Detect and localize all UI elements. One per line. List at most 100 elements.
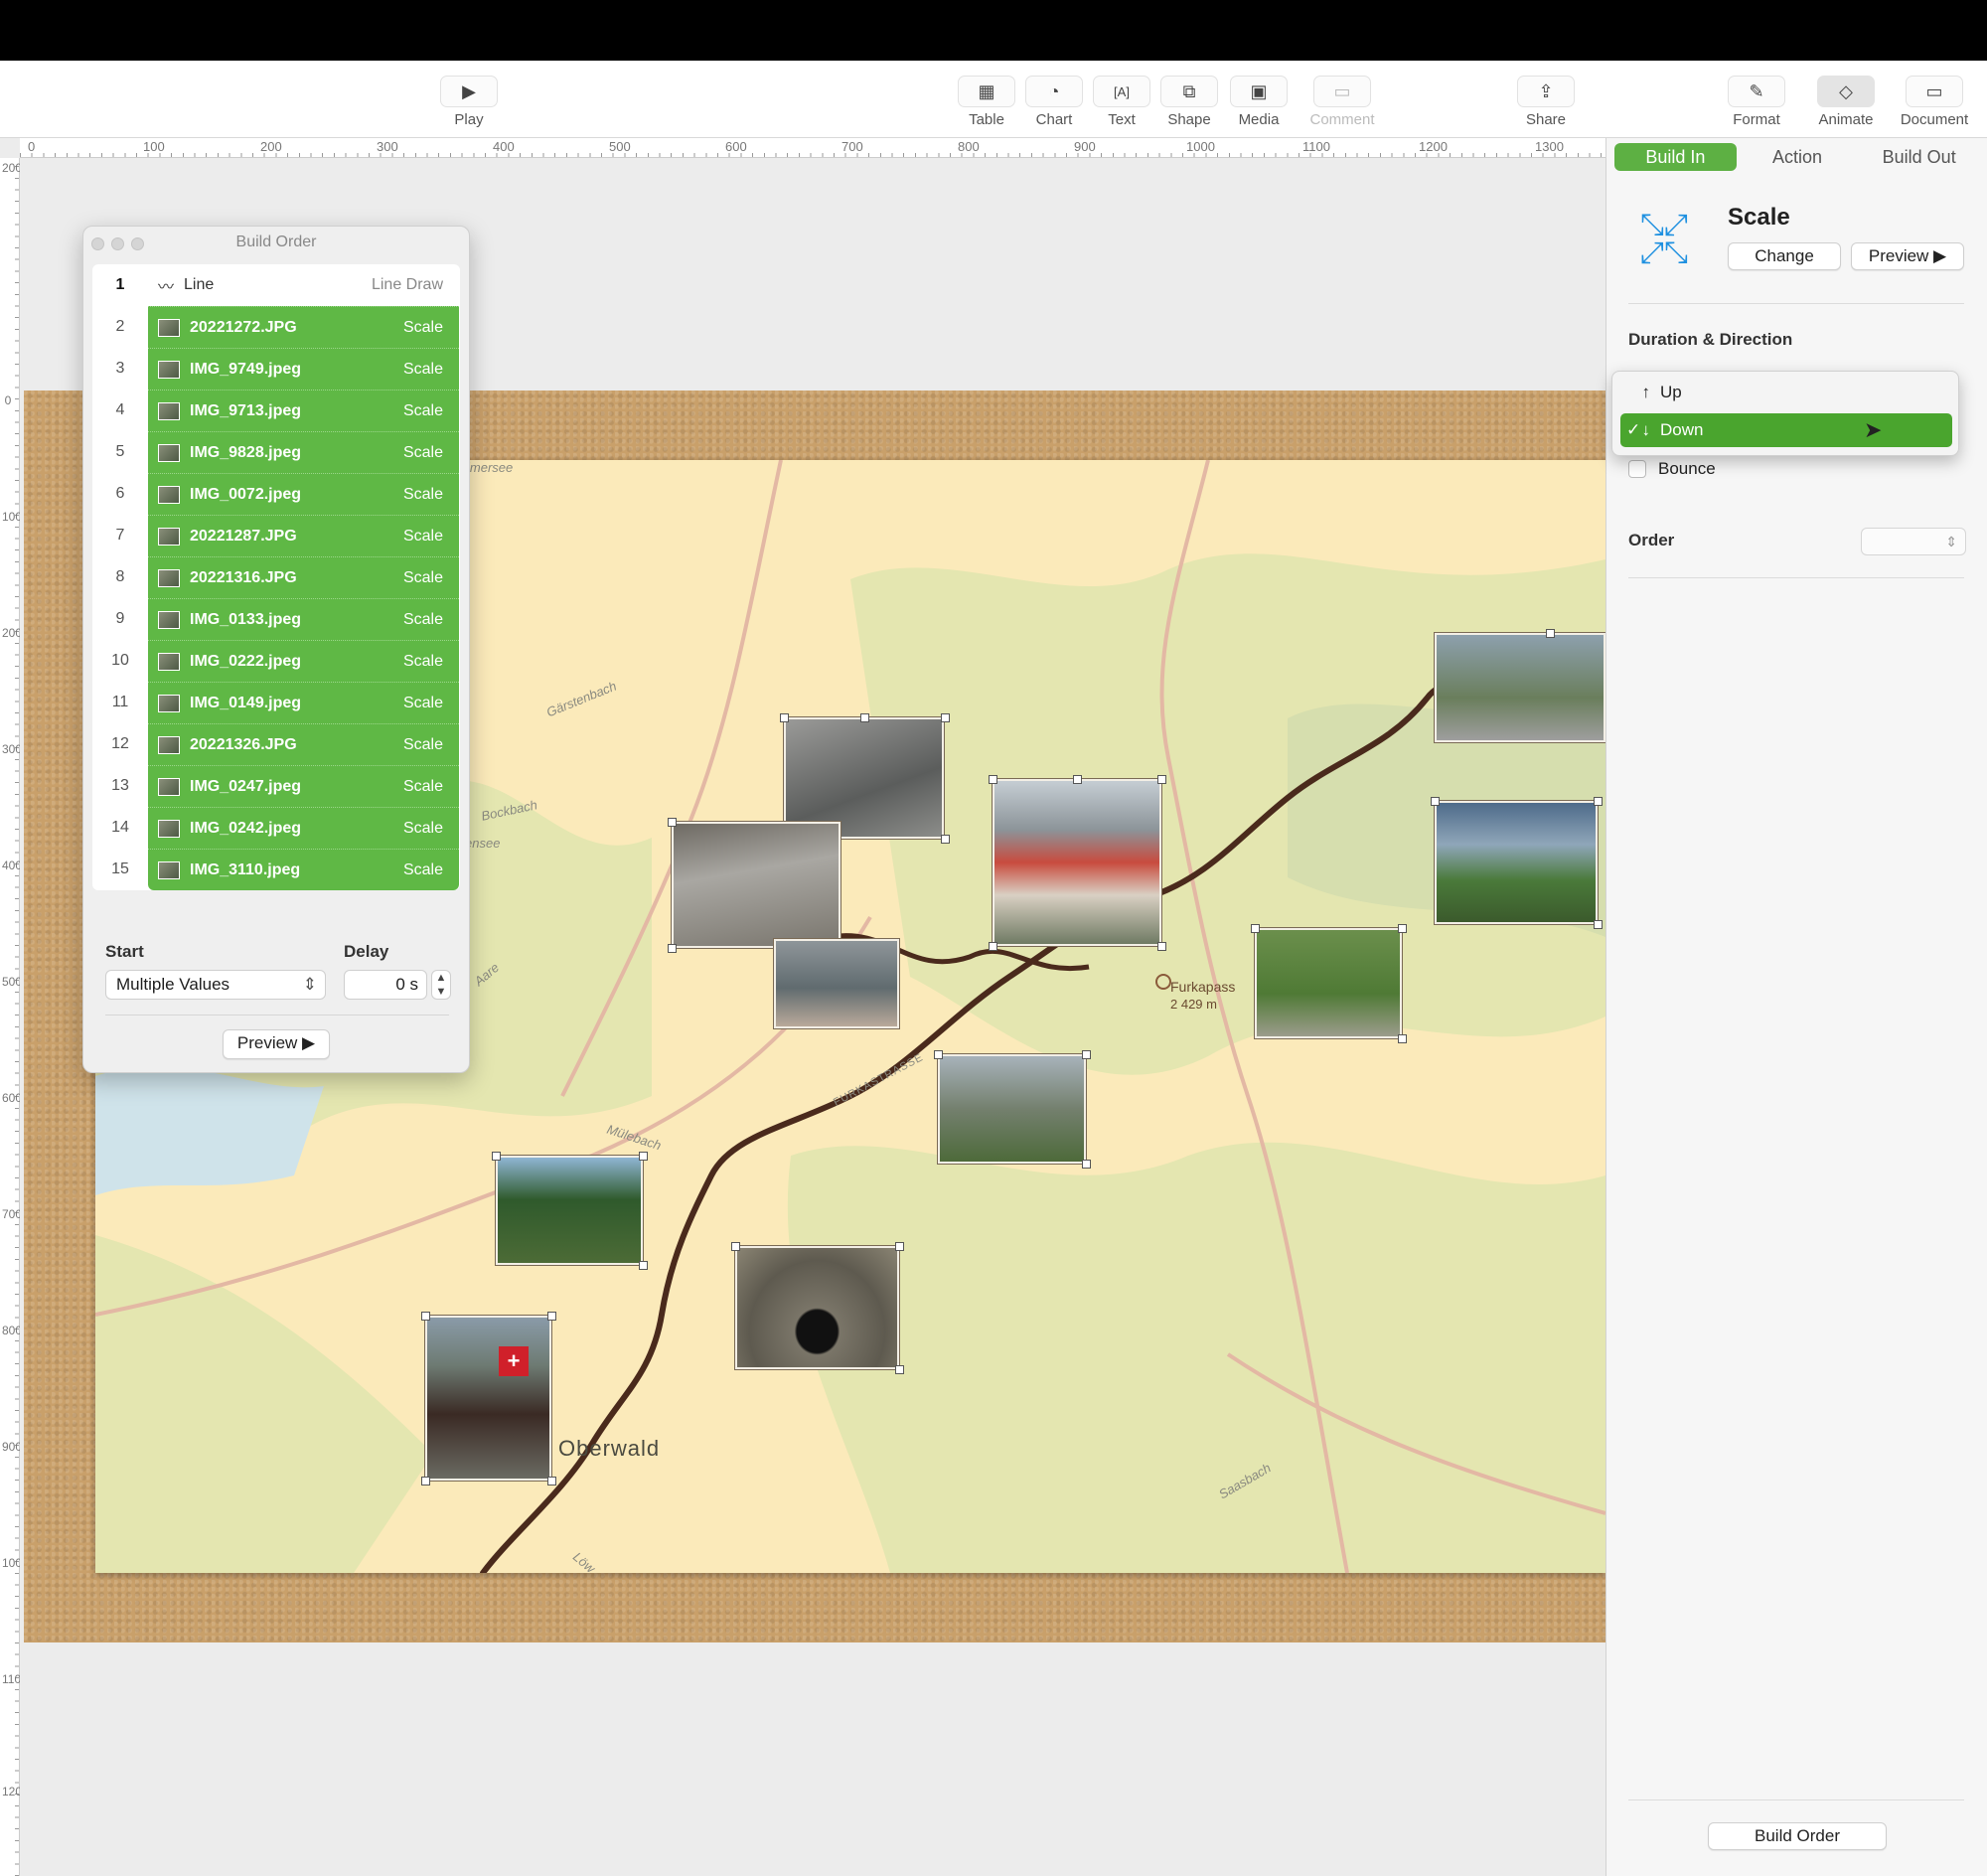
build-order-row[interactable]: 12 20221326.JPG Scale [92,723,460,765]
selection-handle[interactable] [1073,775,1082,784]
change-effect-button[interactable]: Change [1728,242,1841,270]
direction-option-up[interactable]: ↑ Up [1620,376,1952,409]
selection-handle[interactable] [1157,942,1166,951]
build-order-row[interactable]: 9 IMG_0133.jpeg Scale [92,598,460,640]
selection-handle[interactable] [1082,1160,1091,1169]
build-cell[interactable]: IMG_9828.jpeg Scale [148,431,459,473]
selection-handle[interactable] [860,713,869,722]
build-order-preview-button[interactable]: Preview ▶ [223,1029,330,1059]
build-cell[interactable]: 20221287.JPG Scale [148,515,459,556]
build-order-row[interactable]: 10 IMG_0222.jpeg Scale [92,640,460,682]
photo-tunnel[interactable] [735,1246,899,1369]
photo-glacier-valley[interactable] [672,822,841,948]
selection-handle[interactable] [421,1477,430,1485]
build-cell[interactable]: IMG_9713.jpeg Scale [148,390,459,431]
share-button[interactable]: ⇪ Share [1511,76,1581,128]
photo-forest-bridge[interactable] [496,1156,643,1265]
build-cell[interactable]: IMG_3110.jpeg Scale [148,849,459,890]
build-cell[interactable]: IMG_0149.jpeg Scale [148,682,459,723]
ruler-label: 900 [1074,139,1096,154]
build-tabs: Build In Action Build Out [1614,143,1980,171]
table-button[interactable]: ▦ Table [952,76,1021,128]
photo-glacier-lake[interactable] [774,939,899,1028]
build-order-row[interactable]: 2 20221272.JPG Scale [92,306,460,348]
photo-green-valley[interactable] [1435,801,1598,924]
direction-option-down[interactable]: ✓↓ Down [1620,413,1952,447]
selection-handle[interactable] [780,713,789,722]
photo-valley-right-edge[interactable] [1435,633,1605,742]
build-order-row[interactable]: 1 〰 Line Line Draw [92,264,460,306]
preview-effect-button[interactable]: Preview ▶ [1851,242,1964,270]
build-order-button[interactable]: Build Order [1708,1822,1887,1850]
selection-handle[interactable] [1082,1050,1091,1059]
selection-handle[interactable] [941,713,950,722]
build-order-row[interactable]: 11 IMG_0149.jpeg Scale [92,682,460,723]
photo-mountain-road[interactable] [938,1054,1086,1164]
build-cell[interactable]: IMG_0242.jpeg Scale [148,807,459,849]
selection-handle[interactable] [1546,629,1555,638]
photo-hotel-belvedere[interactable] [993,779,1161,946]
selection-handle[interactable] [989,775,997,784]
selection-handle[interactable] [547,1477,556,1485]
selection-handle[interactable] [895,1365,904,1374]
build-order-row[interactable]: 6 IMG_0072.jpeg Scale [92,473,460,515]
selection-handle[interactable] [731,1242,740,1251]
photo-glacier-rocks[interactable] [784,717,944,839]
text-button[interactable]: [A] Text [1087,76,1156,128]
build-order-row[interactable]: 4 IMG_9713.jpeg Scale [92,390,460,431]
build-cell[interactable]: 20221272.JPG Scale [148,306,459,348]
delay-stepper[interactable]: ▲ ▼ [431,970,451,1000]
build-cell[interactable]: IMG_0222.jpeg Scale [148,640,459,682]
start-select[interactable]: Multiple Values ⇕ [105,970,326,1000]
selection-handle[interactable] [941,835,950,844]
delay-field[interactable]: 0 s [344,970,427,1000]
tab-build-in[interactable]: Build In [1614,143,1737,171]
build-order-row[interactable]: 7 20221287.JPG Scale [92,515,460,556]
selection-handle[interactable] [1594,797,1603,806]
media-button[interactable]: ▣ Media [1224,76,1294,128]
build-cell[interactable]: IMG_9749.jpeg Scale [148,348,459,390]
selection-handle[interactable] [639,1261,648,1270]
bounce-checkbox[interactable] [1628,460,1646,478]
build-order-row[interactable]: 15 IMG_3110.jpeg Scale [92,849,460,890]
selection-handle[interactable] [1251,924,1260,933]
build-cell[interactable]: IMG_0072.jpeg Scale [148,473,459,515]
selection-handle[interactable] [668,818,677,827]
selection-handle[interactable] [492,1152,501,1161]
shape-button[interactable]: ⧉ Shape [1154,76,1224,128]
document-button[interactable]: ▭ Document [1900,76,1969,128]
order-select[interactable]: ⇕ [1861,528,1966,555]
photo-cyclists[interactable] [1255,928,1402,1038]
chart-button[interactable]: ◔ Chart [1019,76,1089,128]
selection-handle[interactable] [639,1152,648,1161]
selection-handle[interactable] [895,1242,904,1251]
build-order-row[interactable]: 14 IMG_0242.jpeg Scale [92,807,460,849]
animate-button[interactable]: ◇ Animate [1811,76,1881,128]
selection-handle[interactable] [421,1312,430,1321]
build-cell[interactable]: IMG_0133.jpeg Scale [148,598,459,640]
format-button[interactable]: ✎ Format [1722,76,1791,128]
tab-action[interactable]: Action [1737,143,1859,171]
selection-handle[interactable] [1398,924,1407,933]
photo-thumbnail [158,360,180,379]
build-cell[interactable]: 20221316.JPG Scale [148,556,459,598]
build-cell[interactable]: 〰 Line Line Draw [148,264,459,306]
build-order-row[interactable]: 8 20221316.JPG Scale [92,556,460,598]
build-order-row[interactable]: 5 IMG_9828.jpeg Scale [92,431,460,473]
build-order-row[interactable]: 13 IMG_0247.jpeg Scale [92,765,460,807]
selection-handle[interactable] [989,942,997,951]
selection-handle[interactable] [547,1312,556,1321]
selection-handle[interactable] [1398,1034,1407,1043]
selection-handle[interactable] [1157,775,1166,784]
build-order-row[interactable]: 3 IMG_9749.jpeg Scale [92,348,460,390]
selection-handle[interactable] [1594,920,1603,929]
selection-handle[interactable] [668,944,677,953]
build-cell[interactable]: 20221326.JPG Scale [148,723,459,765]
comment-button[interactable]: ▭ Comment [1307,76,1377,128]
play-button[interactable]: ▶ Play [434,76,504,128]
photo-steam-train[interactable] [425,1316,551,1481]
selection-handle[interactable] [1431,797,1440,806]
build-cell[interactable]: IMG_0247.jpeg Scale [148,765,459,807]
tab-build-out[interactable]: Build Out [1858,143,1980,171]
selection-handle[interactable] [934,1050,943,1059]
